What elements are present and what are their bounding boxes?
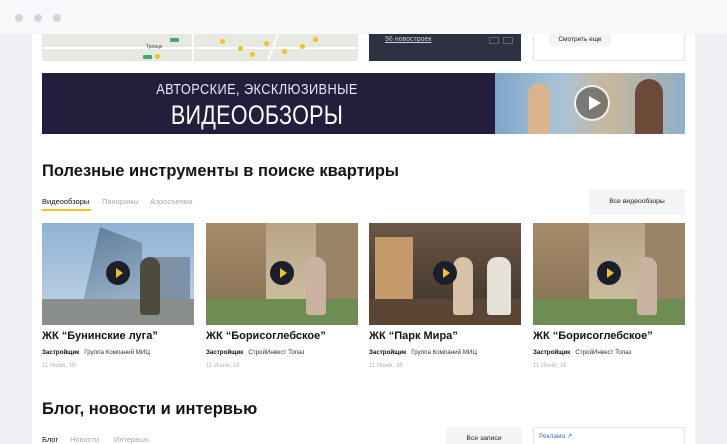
thumb-ground — [206, 299, 358, 325]
map-city-label: Троицк — [146, 44, 163, 50]
map-road — [192, 34, 194, 61]
building-icon — [503, 37, 513, 44]
road-sign-icon — [170, 38, 179, 42]
thumb-building — [206, 223, 266, 307]
banner-photo — [495, 73, 685, 134]
video-thumbnail[interactable] — [206, 223, 358, 325]
page-content: Троицк 56 новостроек Смотреть еще АВТОРС… — [32, 34, 695, 444]
all-posts-button[interactable]: Все записи — [446, 427, 522, 444]
card-title[interactable]: ЖК “Бунинские луга” — [42, 330, 158, 342]
thumb-person — [487, 257, 511, 315]
card-developer: Застройщик Группа Компаний МИЦ — [42, 349, 150, 356]
ad-box[interactable]: Реклама ↗ — [533, 427, 685, 444]
card-date: 11 Июня, 18 — [533, 363, 567, 369]
video-card[interactable]: ЖК “Борисоглебское” Застройщик СтройИнвес… — [533, 223, 685, 369]
video-thumbnail[interactable] — [533, 223, 685, 325]
developer-label: Застройщик — [42, 349, 80, 356]
video-thumbnail[interactable] — [42, 223, 194, 325]
map-pin-icon[interactable] — [300, 44, 305, 49]
tab-panoramas[interactable]: Панорамы — [102, 197, 139, 206]
map-road — [42, 47, 358, 49]
card-developer: Застройщик СтройИнвест Топаз — [533, 349, 631, 356]
tab-interviews[interactable]: Интервью — [114, 435, 149, 444]
video-card[interactable]: ЖК “Борисоглебское” Застройщик СтройИнвес… — [206, 223, 358, 369]
tools-heading: Полезные инструменты в поиске квартиры — [42, 162, 400, 180]
developer-label: Застройщик — [369, 349, 407, 356]
tab-news[interactable]: Новости — [70, 435, 99, 444]
window-dot-icon — [34, 14, 42, 22]
presenter-man — [635, 79, 663, 134]
card-developer: Застройщик Группа Компаний МИЦ — [369, 349, 477, 356]
play-icon[interactable] — [106, 261, 130, 285]
thumb-person — [637, 257, 657, 315]
map-pin-icon[interactable] — [155, 54, 160, 59]
developer-name[interactable]: Группа Компаний МИЦ — [84, 349, 150, 356]
more-card: Смотреть еще — [533, 34, 685, 61]
card-date: 11 Июня, 18 — [369, 363, 403, 369]
developer-name[interactable]: Группа Компаний МИЦ — [411, 349, 477, 356]
map-pin-icon[interactable] — [220, 39, 225, 44]
developer-label: Застройщик — [533, 349, 571, 356]
thumb-person — [306, 257, 326, 315]
thumb-person — [140, 257, 160, 315]
video-card[interactable]: ЖК “Парк Мира” Застройщик Группа Компаний… — [369, 223, 521, 369]
thumb-building — [533, 223, 589, 307]
card-title[interactable]: ЖК “Парк Мира” — [369, 330, 458, 342]
banner-subtitle: АВТОРСКИЕ, ЭКСКЛЮЗИВНЫЕ — [156, 81, 358, 98]
video-thumbnail[interactable] — [369, 223, 521, 325]
thumb-ground — [533, 299, 685, 325]
window-dot-icon — [15, 14, 23, 22]
window-dot-icon — [53, 14, 61, 22]
play-icon[interactable] — [433, 261, 457, 285]
card-date: 11 Июня, 18 — [206, 363, 240, 369]
show-more-button[interactable]: Смотреть еще — [549, 34, 611, 46]
card-title[interactable]: ЖК “Борисоглебское” — [206, 330, 326, 342]
video-card[interactable]: ЖК “Бунинские луга” Застройщик Группа Ком… — [42, 223, 194, 369]
ad-label[interactable]: Реклама ↗ — [539, 432, 572, 440]
developer-name[interactable]: СтройИнвест Топаз — [575, 349, 631, 356]
card-date: 11 Июня, 18 — [42, 363, 76, 369]
thumb-person — [453, 257, 473, 315]
active-tab-underline — [42, 209, 91, 211]
new-buildings-card: 56 новостроек — [369, 34, 521, 61]
map-pin-icon[interactable] — [250, 52, 255, 57]
map-pin-icon[interactable] — [264, 41, 269, 46]
map-pin-icon[interactable] — [313, 37, 318, 42]
developer-label: Застройщик — [206, 349, 244, 356]
play-icon[interactable] — [574, 85, 610, 121]
tab-blog[interactable]: Блог — [42, 435, 58, 444]
presenter-woman — [528, 83, 550, 134]
window-chrome — [0, 0, 727, 34]
map-pin-icon[interactable] — [282, 49, 287, 54]
road-sign-icon — [143, 55, 152, 59]
thumb-building — [375, 237, 413, 307]
thumb-ground — [42, 299, 194, 325]
all-video-reviews-button[interactable]: Все видеообзоры — [589, 189, 685, 215]
building-icon — [489, 37, 499, 44]
card-title[interactable]: ЖК “Борисоглебское” — [533, 330, 653, 342]
tab-video-reviews[interactable]: Видеообзоры — [42, 197, 89, 206]
map-pin-icon[interactable] — [238, 46, 243, 51]
new-buildings-link[interactable]: 56 новостроек — [385, 36, 431, 43]
play-icon[interactable] — [270, 261, 294, 285]
play-icon[interactable] — [597, 261, 621, 285]
banner-title: ВИДЕООБЗОРЫ — [170, 100, 344, 130]
tab-aerial[interactable]: Аэросъемки — [150, 197, 193, 206]
card-developer: Застройщик СтройИнвест Топаз — [206, 349, 304, 356]
developer-name[interactable]: СтройИнвест Топаз — [248, 349, 304, 356]
map-preview[interactable]: Троицк — [42, 34, 358, 61]
blog-heading: Блог, новости и интервью — [42, 400, 258, 418]
video-reviews-banner[interactable]: АВТОРСКИЕ, ЭКСКЛЮЗИВНЫЕ ВИДЕООБЗОРЫ — [42, 73, 685, 134]
